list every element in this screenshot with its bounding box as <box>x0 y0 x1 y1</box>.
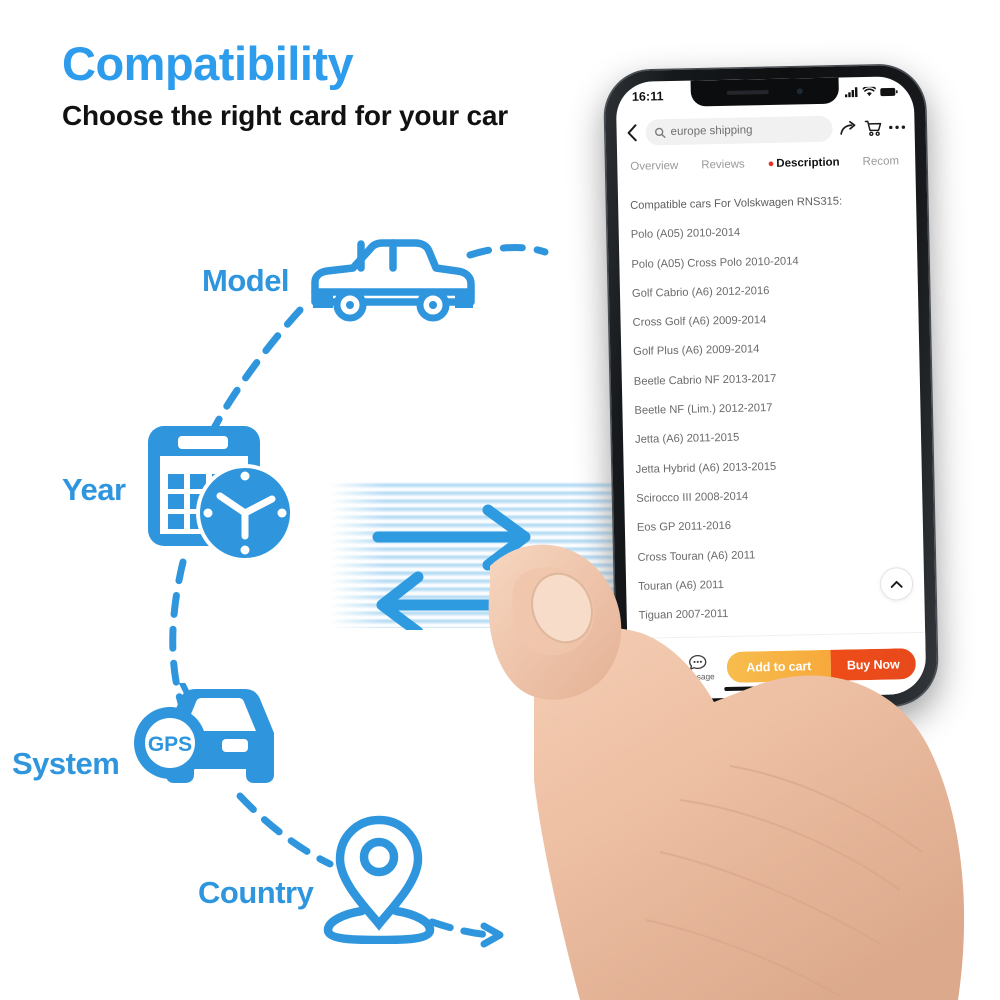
node-label-system: System <box>12 746 120 781</box>
app-nav-bar: europe shipping <box>616 108 915 152</box>
more-horizontal-icon[interactable] <box>889 124 906 130</box>
tab-recommend[interactable]: Recom <box>862 155 899 168</box>
node-label-country: Country <box>198 875 314 910</box>
hand-holding-phone <box>488 544 965 1000</box>
tab-label: Recom <box>862 155 900 169</box>
gps-car-icon: GPS <box>128 676 294 809</box>
share-icon[interactable] <box>839 120 857 136</box>
status-bar: 16:11 <box>616 76 915 112</box>
location-pin-icon: ● <box>767 157 775 170</box>
tab-label: Overview <box>630 159 679 173</box>
node-label-model: Model <box>202 263 290 298</box>
node-label-year: Year <box>62 472 126 507</box>
page-title: Compatibility <box>62 37 354 90</box>
battery-icon <box>880 87 898 96</box>
tab-label: Reviews <box>701 158 745 172</box>
section-tabs: Overview Reviews ● Description Recom <box>617 148 915 180</box>
poster-canvas: Compatibility Choose the right card for … <box>0 0 1000 1000</box>
search-input[interactable]: europe shipping <box>645 115 833 146</box>
calendar-clock-icon <box>146 424 294 566</box>
wifi-icon <box>862 86 876 97</box>
chevron-left-icon[interactable] <box>625 124 638 142</box>
tab-description[interactable]: ● Description <box>768 157 840 171</box>
signal-icon <box>844 87 858 98</box>
tab-label: Description <box>776 156 840 170</box>
cart-icon[interactable] <box>864 119 882 136</box>
page-subtitle: Choose the right card for your car <box>62 100 508 131</box>
search-icon <box>655 127 666 138</box>
tab-reviews[interactable]: Reviews <box>701 159 745 172</box>
map-pin-icon <box>318 810 440 945</box>
search-value: europe shipping <box>670 124 753 139</box>
gps-badge-text: GPS <box>148 733 192 756</box>
car-side-icon <box>305 232 485 332</box>
status-icons <box>844 86 898 98</box>
tab-overview[interactable]: Overview <box>630 160 678 173</box>
status-time: 16:11 <box>631 89 664 104</box>
